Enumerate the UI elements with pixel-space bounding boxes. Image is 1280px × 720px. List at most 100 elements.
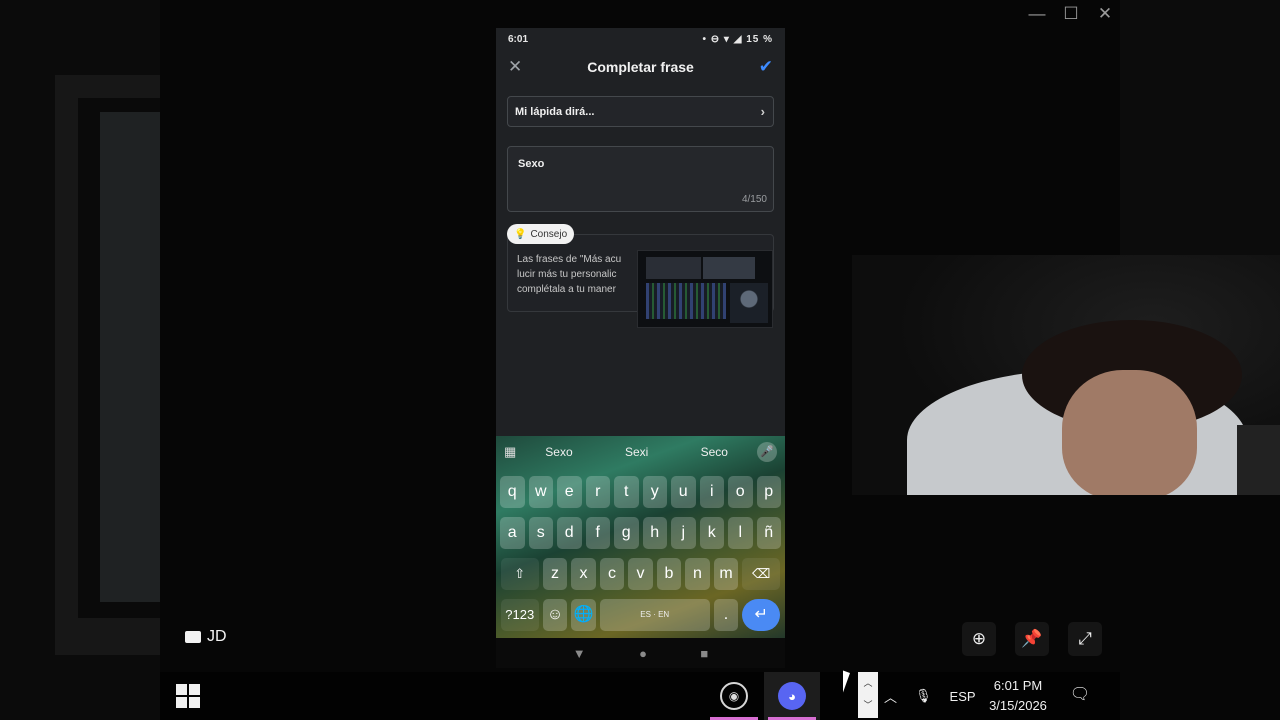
- status-time: 6:01: [508, 33, 529, 45]
- key[interactable]: l: [728, 517, 753, 549]
- home-icon[interactable]: ●: [639, 646, 647, 661]
- lightbulb-icon: 💡: [514, 228, 527, 240]
- clock[interactable]: 6:01 PM 3/15/2026: [980, 676, 1056, 716]
- pin-icon[interactable]: 📌: [1015, 622, 1049, 656]
- shift-icon[interactable]: ⇧: [500, 558, 539, 590]
- maximize-icon[interactable]: ☐: [1061, 4, 1081, 24]
- key[interactable]: z: [542, 558, 568, 590]
- symbols-key[interactable]: ?123: [500, 599, 539, 631]
- key[interactable]: r: [585, 476, 610, 508]
- taskbar: [160, 672, 1120, 720]
- microphone-tray-icon[interactable]: 🎙: [915, 688, 932, 704]
- chevron-down-icon[interactable]: ﹀: [858, 694, 878, 716]
- key[interactable]: n: [685, 558, 710, 590]
- prompt-label: Mi lápida dirá...: [515, 105, 595, 118]
- person-face: [1062, 370, 1197, 495]
- background-window-right: [1120, 0, 1280, 260]
- key[interactable]: s: [528, 517, 553, 549]
- chevron-right-icon: ›: [760, 104, 765, 119]
- discord-taskbar-button[interactable]: ◕: [764, 672, 820, 720]
- system-tray: ︿ 🎙 ESP: [884, 672, 976, 720]
- suggestion[interactable]: Seco: [679, 445, 749, 459]
- tip-line: Las frases de "Más acu: [517, 254, 622, 265]
- key[interactable]: v: [628, 558, 653, 590]
- space-key[interactable]: ES · EN: [599, 599, 710, 631]
- apps-grid-icon[interactable]: ▦: [504, 444, 516, 460]
- key[interactable]: j: [671, 517, 696, 549]
- key[interactable]: o: [728, 476, 753, 508]
- microphone-icon[interactable]: 🎤: [756, 441, 777, 462]
- key[interactable]: a: [500, 517, 525, 549]
- monitor-icon: [185, 631, 201, 643]
- tip-badge-label: Consejo: [530, 228, 568, 240]
- key[interactable]: p: [756, 476, 781, 508]
- key[interactable]: w: [528, 476, 553, 508]
- recents-icon[interactable]: ■: [700, 646, 708, 661]
- key[interactable]: m: [713, 558, 739, 590]
- desktop: — ☐ ✕ 6:01 • ⊖ ▾ ◢ 15 % ✕ Completar fras…: [0, 0, 1280, 720]
- key[interactable]: h: [642, 517, 667, 549]
- webcam-feed: [852, 255, 1280, 495]
- tip-badge: 💡 Consejo: [507, 224, 575, 244]
- android-nav-bar: ▼ ● ■: [496, 638, 785, 668]
- period-key[interactable]: .: [713, 599, 739, 631]
- key-row-4: ?123 ☺ 🌐 ES · EN . ↵: [496, 599, 785, 631]
- obs-taskbar-button[interactable]: ◉: [706, 672, 762, 720]
- key[interactable]: e: [557, 476, 582, 508]
- key-row-3: ⇧ z x c v b n m ⌫: [496, 558, 785, 590]
- key[interactable]: x: [571, 558, 596, 590]
- key[interactable]: k: [699, 517, 724, 549]
- suggestion[interactable]: Sexi: [602, 445, 672, 459]
- app-bar: ✕ Completar frase ✔: [496, 50, 785, 84]
- clock-time: 6:01 PM: [993, 678, 1043, 693]
- tray-chevron-up-icon[interactable]: ︿: [884, 687, 897, 706]
- key[interactable]: g: [614, 517, 639, 549]
- page-title: Completar frase: [587, 59, 694, 75]
- back-icon[interactable]: ▼: [573, 646, 586, 661]
- zoom-icon[interactable]: ⊕: [962, 622, 996, 656]
- key[interactable]: u: [671, 476, 696, 508]
- key[interactable]: y: [642, 476, 667, 508]
- key[interactable]: ñ: [756, 517, 781, 549]
- close-icon[interactable]: ✕: [508, 57, 528, 77]
- key[interactable]: i: [699, 476, 724, 508]
- language-indicator[interactable]: ESP: [950, 689, 976, 704]
- mirror-toolbar: ⊕ 📌 ⤢: [962, 622, 1102, 656]
- tip-line: lucir más tu personalic: [517, 269, 617, 280]
- window-controls: — ☐ ✕: [1027, 4, 1115, 24]
- key-row-2: a s d f g h j k l ñ: [496, 517, 785, 549]
- background-window-left: [0, 0, 160, 720]
- taskbar-overflow-scroller[interactable]: ︿ ﹀: [858, 672, 878, 718]
- bg-panel: [100, 112, 160, 602]
- tip-line: complétala a tu maner: [517, 284, 616, 295]
- source-label-text: JD: [207, 628, 227, 645]
- answer-text: Sexo: [518, 158, 545, 170]
- backspace-icon[interactable]: ⌫: [742, 558, 781, 590]
- minimize-icon[interactable]: —: [1027, 4, 1047, 24]
- key[interactable]: t: [614, 476, 639, 508]
- key[interactable]: b: [656, 558, 682, 590]
- close-window-icon[interactable]: ✕: [1095, 4, 1115, 24]
- resize-icon[interactable]: ⤢: [1068, 622, 1102, 656]
- windows-start-icon[interactable]: [176, 684, 200, 708]
- key-row-1: q w e r t y u i o p: [496, 476, 785, 508]
- key[interactable]: c: [599, 558, 625, 590]
- key[interactable]: f: [585, 517, 610, 549]
- clock-date: 3/15/2026: [989, 698, 1047, 713]
- status-icons: • ⊖ ▾ ◢ 15 %: [702, 33, 773, 45]
- notification-icon[interactable]: 🗨: [1069, 684, 1091, 706]
- enter-icon[interactable]: ↵: [742, 599, 781, 631]
- answer-input[interactable]: Sexo 4/150: [507, 146, 774, 212]
- phone-screen: 6:01 • ⊖ ▾ ◢ 15 % ✕ Completar frase ✔ Mi…: [496, 28, 785, 668]
- chevron-up-icon[interactable]: ︿: [858, 672, 878, 694]
- suggestion-bar: ▦ Sexo Sexi Seco 🎤: [496, 436, 785, 467]
- key[interactable]: d: [557, 517, 582, 549]
- key[interactable]: q: [500, 476, 525, 508]
- suggestion[interactable]: Sexo: [524, 445, 594, 459]
- emoji-icon[interactable]: ☺: [542, 599, 568, 631]
- globe-icon[interactable]: 🌐: [571, 599, 596, 631]
- prompt-selector[interactable]: Mi lápida dirá... ›: [507, 96, 774, 127]
- on-screen-keyboard: ▦ Sexo Sexi Seco 🎤 q w e r t y u i o p a…: [496, 436, 785, 638]
- confirm-check-icon[interactable]: ✔: [753, 57, 773, 77]
- discord-icon: ◕: [778, 682, 806, 710]
